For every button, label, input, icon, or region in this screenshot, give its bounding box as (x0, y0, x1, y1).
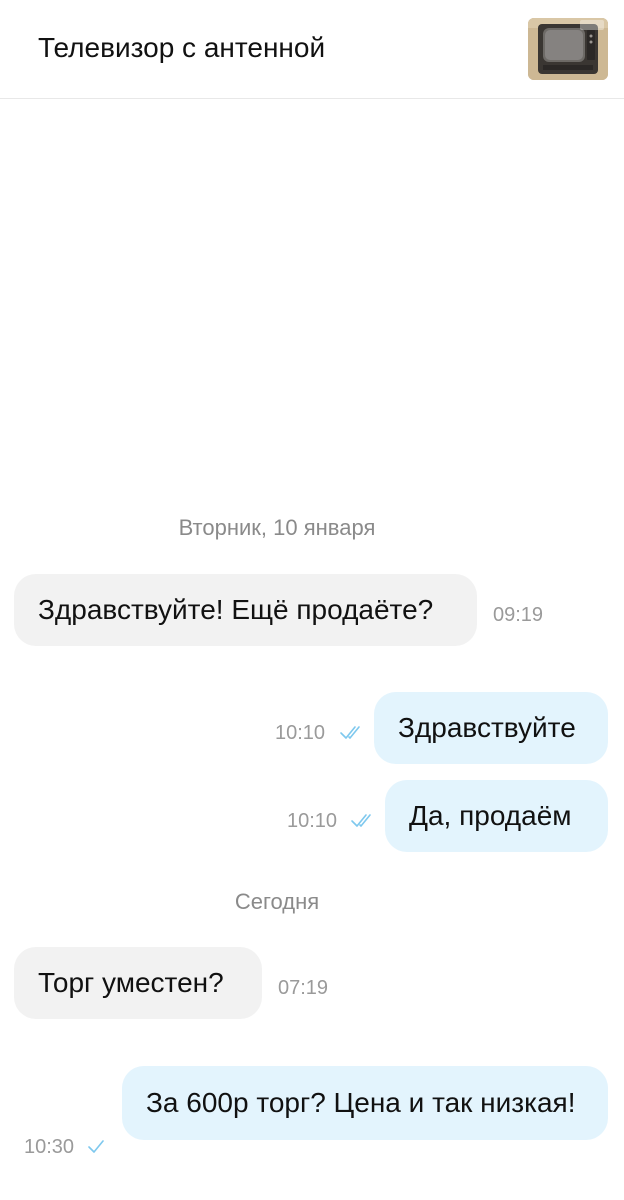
message-time: 10:10 (275, 722, 326, 744)
incoming-message-bubble[interactable]: Здравствуйте! Ещё продаёте? (14, 574, 477, 646)
message-time: 10:10 (287, 810, 338, 832)
message-time: 10:30 (24, 1136, 75, 1158)
outgoing-message-bubble[interactable]: Да, продаём (385, 780, 608, 852)
listing-title[interactable]: Телевизор с антенной (38, 30, 325, 66)
tv-thumbnail-image[interactable] (528, 18, 608, 80)
message-text: Здравствуйте! Ещё продаёте? (38, 594, 434, 625)
message-text: Здравствуйте (398, 712, 576, 743)
day-separator: Вторник, 10 января (178, 515, 376, 540)
double-check-icon (340, 726, 360, 739)
message-text: Да, продаём (409, 800, 572, 831)
outgoing-message-bubble[interactable]: Здравствуйте (374, 692, 608, 764)
chat-header: Телевизор с антенной (0, 0, 624, 99)
tv-photo-icon (528, 18, 608, 80)
incoming-message-bubble[interactable]: Торг уместен? (14, 947, 262, 1019)
message-text: За 600р торг? Цена и так низкая! (146, 1087, 576, 1118)
double-check-icon (351, 814, 371, 827)
message-time: 09:19 (493, 604, 544, 626)
single-check-icon (88, 1140, 104, 1153)
day-separator: Сегодня (234, 889, 320, 914)
message-text: Торг уместен? (38, 967, 224, 998)
outgoing-message-bubble[interactable]: За 600р торг? Цена и так низкая! (122, 1066, 608, 1140)
message-time: 07:19 (278, 977, 329, 999)
